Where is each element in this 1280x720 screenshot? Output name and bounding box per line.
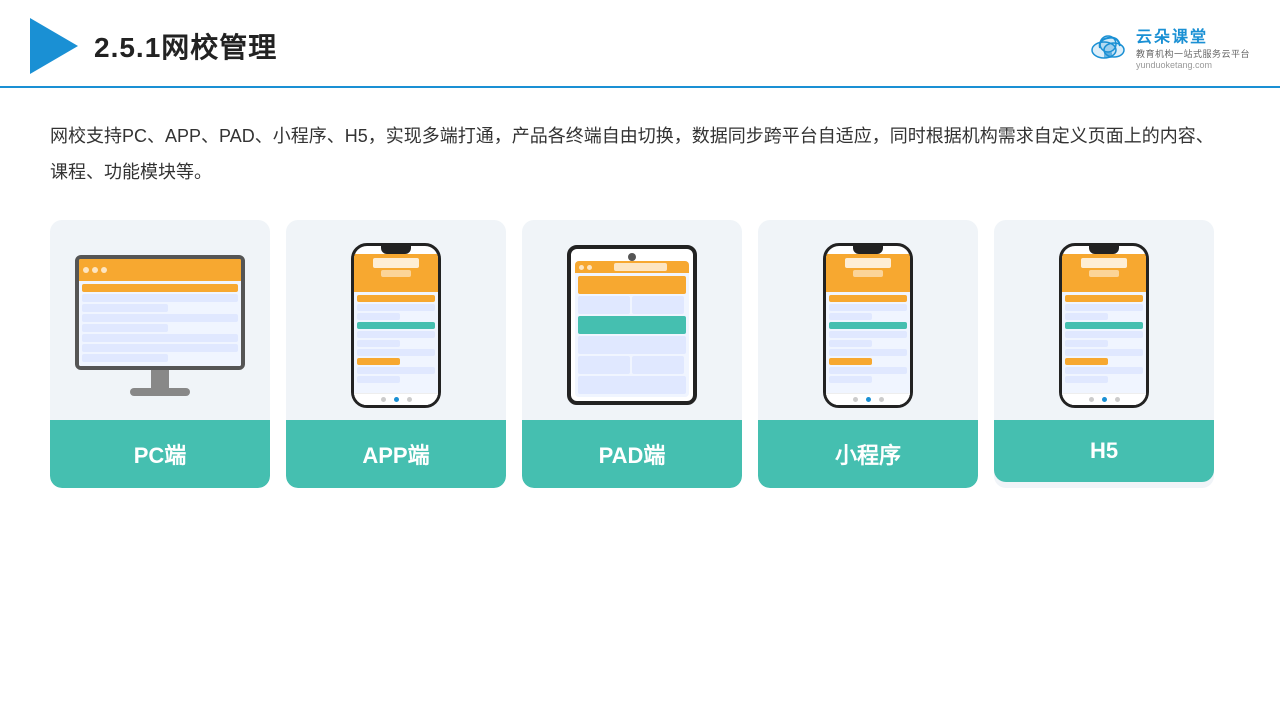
pad-icon — [567, 245, 697, 405]
brand-tagline: 教育机构一站式服务云平台 — [1136, 47, 1250, 60]
card-pc: PC端 — [50, 220, 270, 488]
card-miniprogram: 小程序 — [758, 220, 978, 488]
card-miniprogram-image — [758, 220, 978, 420]
card-pad-label: PAD端 — [522, 420, 742, 488]
phone-h5-icon — [1059, 243, 1149, 408]
brand-text: 云朵课堂 教育机构一站式服务云平台 yunduoketang.com — [1136, 23, 1250, 70]
card-pad-image — [522, 220, 742, 420]
pc-monitor-icon — [75, 255, 245, 396]
page-title: 2.5.1网校管理 — [94, 26, 277, 66]
card-app: APP端 — [286, 220, 506, 488]
brand-logo: 云朵课堂 教育机构一站式服务云平台 yunduoketang.com — [1086, 23, 1250, 70]
card-miniprogram-label: 小程序 — [758, 420, 978, 488]
header-left: 2.5.1网校管理 — [30, 18, 277, 74]
card-pc-image — [50, 220, 270, 420]
card-h5-label: H5 — [994, 420, 1214, 482]
cloud-icon — [1086, 30, 1130, 62]
card-app-label: APP端 — [286, 420, 506, 488]
cards-grid: PC端 — [50, 220, 1230, 488]
card-app-image — [286, 220, 506, 420]
card-h5-image — [994, 220, 1214, 420]
phone-miniprogram-icon — [823, 243, 913, 408]
phone-app-icon — [351, 243, 441, 408]
description-text: 网校支持PC、APP、PAD、小程序、H5，实现多端打通，产品各终端自由切换，数… — [50, 118, 1230, 190]
page-header: 2.5.1网校管理 云朵课堂 教育机构一站式服务云平台 yunduoketang… — [0, 0, 1280, 88]
logo-triangle-icon — [30, 18, 78, 74]
brand-url: yunduoketang.com — [1136, 60, 1212, 70]
card-pad: PAD端 — [522, 220, 742, 488]
card-h5: H5 — [994, 220, 1214, 488]
header-right: 云朵课堂 教育机构一站式服务云平台 yunduoketang.com — [1086, 23, 1250, 70]
card-pc-label: PC端 — [50, 420, 270, 488]
main-content: 网校支持PC、APP、PAD、小程序、H5，实现多端打通，产品各终端自由切换，数… — [0, 88, 1280, 508]
brand-name: 云朵课堂 — [1136, 23, 1208, 47]
